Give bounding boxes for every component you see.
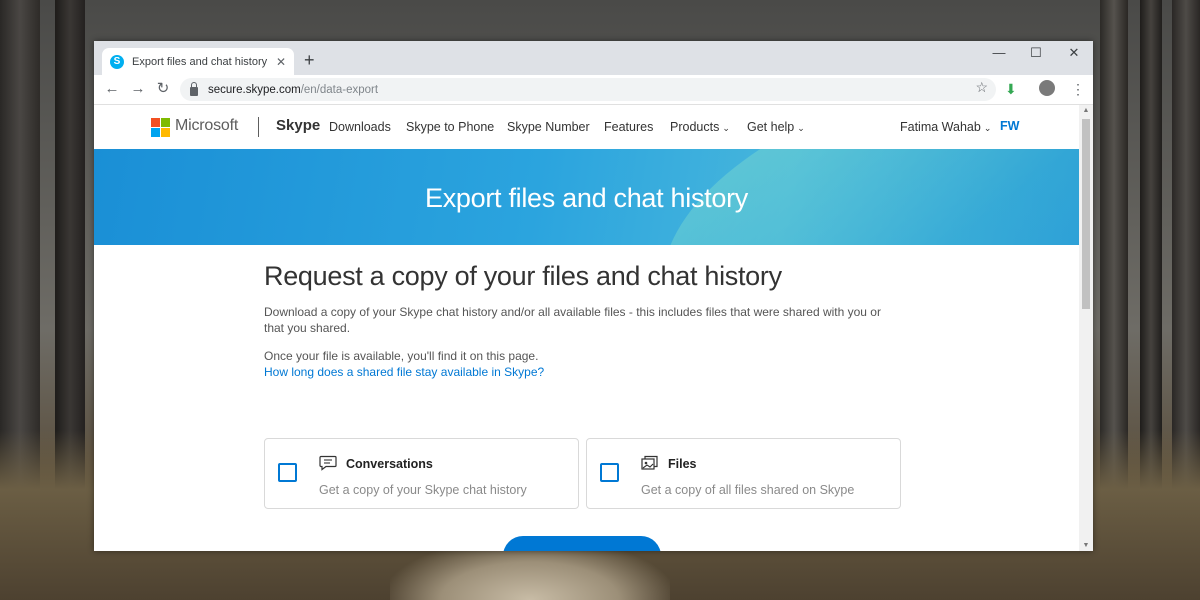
download-extension-icon[interactable]: ⬇ [1005, 80, 1017, 98]
back-button[interactable]: ← [103, 80, 121, 98]
availability-text: Once your file is available, you'll find… [264, 349, 539, 363]
profile-avatar-icon[interactable] [1039, 80, 1055, 96]
nav-divider [258, 117, 259, 137]
skype-brand[interactable]: Skype [276, 117, 320, 134]
close-window-button[interactable]: ✕ [1064, 45, 1084, 61]
chevron-down-icon: ⌄ [797, 123, 805, 133]
nav-link-get-help[interactable]: Get help ⌄ [747, 120, 805, 134]
nav-link-products[interactable]: Products ⌄ [670, 120, 730, 134]
skype-favicon-icon: S [110, 54, 124, 69]
new-tab-button[interactable]: + [304, 50, 315, 70]
logo-square [151, 118, 160, 127]
browser-window: S Export files and chat history ✕ + — ☐ … [94, 41, 1093, 551]
browser-tab[interactable]: S Export files and chat history ✕ [102, 48, 294, 75]
menu-icon[interactable]: ⋮ [1071, 80, 1085, 98]
logo-square [151, 128, 160, 137]
logo-square [161, 118, 170, 127]
forward-button[interactable]: → [129, 80, 147, 98]
main-content: Request a copy of your files and chat hi… [264, 261, 914, 380]
option-description: Get a copy of all files shared on Skype [641, 483, 855, 497]
hero-title: Export files and chat history [425, 183, 748, 213]
description-text: Download a copy of your Skype chat histo… [264, 305, 881, 335]
nav-link-skype-number[interactable]: Skype Number [507, 120, 590, 134]
user-menu[interactable]: Fatima Wahab ⌄ [900, 120, 991, 134]
site-navigation: Microsoft Skype Downloads Skype to Phone… [94, 105, 1079, 149]
chevron-down-icon: ⌄ [983, 123, 992, 133]
user-avatar[interactable]: FW [1000, 119, 1019, 133]
browser-toolbar: ← → ↻ secure.skype.com/en/data-export ☆ … [94, 75, 1093, 105]
chat-icon [319, 455, 337, 471]
browser-titlebar: S Export files and chat history ✕ + — ☐ … [94, 41, 1093, 75]
minimize-button[interactable]: — [989, 45, 1009, 60]
bookmark-star-icon[interactable]: ☆ [975, 79, 988, 96]
lock-icon [190, 81, 198, 96]
option-card-files[interactable]: Files Get a copy of all files shared on … [586, 438, 901, 509]
option-title: Conversations [346, 457, 433, 471]
nav-link-features[interactable]: Features [604, 120, 653, 134]
conversations-checkbox[interactable] [278, 463, 297, 482]
files-icon [641, 455, 658, 470]
microsoft-logo-icon[interactable] [151, 118, 170, 137]
microsoft-brand[interactable]: Microsoft [175, 117, 238, 135]
export-options: Conversations Get a copy of your Skype c… [264, 438, 908, 509]
page-title: Request a copy of your files and chat hi… [264, 261, 782, 291]
nav-link-downloads[interactable]: Downloads [329, 120, 391, 134]
url-text[interactable]: secure.skype.com/en/data-export [208, 84, 378, 96]
submit-request-button[interactable]: Submit request [503, 536, 661, 551]
web-page: Microsoft Skype Downloads Skype to Phone… [94, 105, 1079, 551]
tab-close-icon[interactable]: ✕ [276, 55, 286, 69]
help-link[interactable]: How long does a shared file stay availab… [264, 364, 914, 380]
hero-banner: Export files and chat history [94, 149, 1079, 245]
option-title: Files [668, 457, 697, 471]
maximize-button[interactable]: ☐ [1026, 45, 1046, 61]
logo-square [161, 128, 170, 137]
address-bar[interactable]: secure.skype.com/en/data-export ☆ [180, 78, 996, 101]
scroll-up-icon[interactable]: ▲ [1079, 107, 1093, 114]
vertical-scrollbar[interactable]: ▲ ▼ [1079, 105, 1093, 551]
chevron-down-icon: ⌄ [722, 123, 730, 133]
option-card-conversations[interactable]: Conversations Get a copy of your Skype c… [264, 438, 579, 509]
nav-link-skype-to-phone[interactable]: Skype to Phone [406, 120, 494, 134]
files-checkbox[interactable] [600, 463, 619, 482]
option-description: Get a copy of your Skype chat history [319, 483, 527, 497]
scroll-down-icon[interactable]: ▼ [1079, 542, 1093, 549]
scrollbar-thumb[interactable] [1082, 119, 1090, 309]
reload-button[interactable]: ↻ [154, 80, 172, 98]
tab-title: Export files and chat history [132, 55, 268, 68]
